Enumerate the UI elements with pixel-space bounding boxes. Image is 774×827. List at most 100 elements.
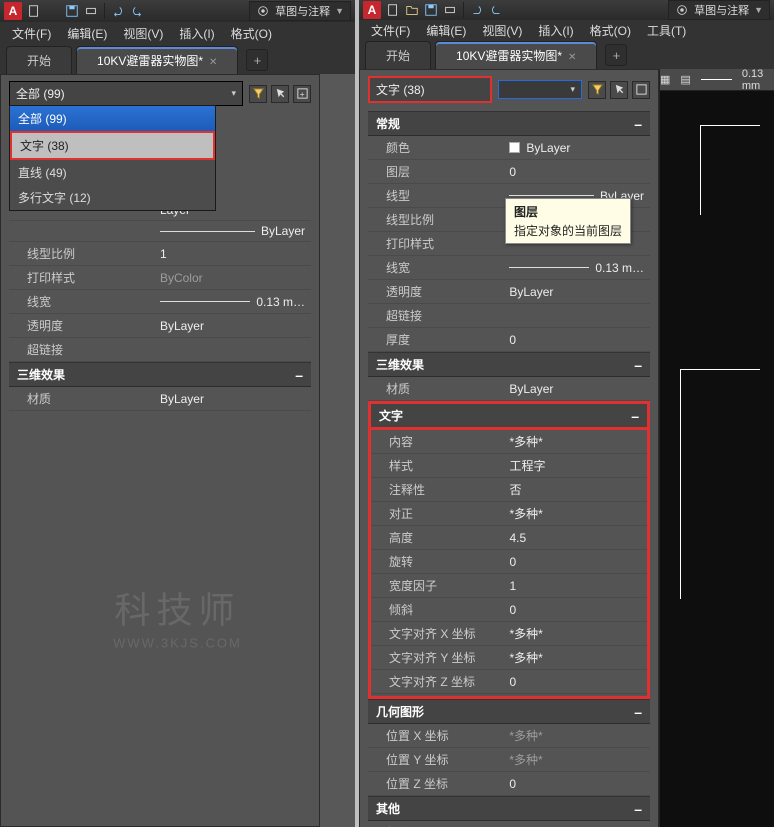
undo-icon[interactable] [469, 2, 485, 18]
tab-start[interactable]: 开始 [6, 46, 72, 74]
collapse-icon: – [634, 801, 642, 817]
tab-document[interactable]: 10KV避雷器实物图*✕ [435, 41, 597, 69]
close-icon[interactable]: ✕ [209, 57, 217, 68]
property-row[interactable]: 材质ByLayer [368, 377, 650, 401]
select-objects-icon[interactable] [610, 81, 628, 99]
menu-format[interactable]: 格式(O) [584, 20, 637, 41]
object-type-dropdown: 全部 (99) 文字 (38) 直线 (49) 多行文字 (12) [9, 105, 216, 211]
menu-file[interactable]: 文件(F) [6, 23, 57, 44]
object-type-combo-ext[interactable]: ▾ [498, 80, 582, 99]
property-row[interactable]: 注释性否 [371, 478, 647, 502]
property-row[interactable]: 位置 Y 坐标*多种* [368, 748, 650, 772]
property-row[interactable]: 文字对齐 Y 坐标*多种* [371, 646, 647, 670]
workspace-label: 草图与注释 [275, 3, 330, 19]
property-row[interactable]: 样式工程字 [371, 454, 647, 478]
dropdown-item[interactable]: 直线 (49) [10, 160, 215, 185]
property-row[interactable]: 颜色ByLayer [368, 136, 650, 160]
property-row[interactable]: 图层0 [368, 160, 650, 184]
app-logo-icon[interactable]: A [363, 1, 381, 19]
category-3d[interactable]: 三维效果– [9, 362, 311, 387]
object-type-combo[interactable]: 全部 (99)▾ [9, 81, 243, 106]
menu-view[interactable]: 视图(V) [117, 23, 169, 44]
open-icon[interactable] [404, 2, 420, 18]
app-logo-icon[interactable]: A [4, 2, 22, 20]
object-type-combo[interactable]: 文字 (38) [368, 76, 492, 103]
property-row[interactable]: 超链接 [9, 338, 311, 362]
category-text[interactable]: 文字– [368, 401, 650, 430]
redo-icon[interactable] [129, 3, 145, 19]
menu-view[interactable]: 视图(V) [476, 20, 528, 41]
select-objects-icon[interactable] [271, 85, 289, 103]
save-icon[interactable] [64, 3, 80, 19]
property-row[interactable]: 宽度因子1 [371, 574, 647, 598]
category-general[interactable]: 常规– [368, 111, 650, 136]
menu-tools[interactable]: 工具(T) [641, 20, 692, 41]
menu-file[interactable]: 文件(F) [365, 20, 416, 41]
property-row[interactable]: 超链接 [368, 304, 650, 328]
property-row[interactable]: ByLayer [9, 221, 311, 242]
ruler-tick-icon[interactable]: ▦ [660, 73, 670, 86]
quick-select-icon[interactable] [249, 85, 267, 103]
open-icon[interactable] [45, 3, 61, 19]
property-row[interactable]: 厚度0 [368, 328, 650, 352]
property-row[interactable]: 材质ByLayer [9, 387, 311, 411]
properties-palette: 文字 (38) ▾ 常规– 颜色ByLayer图层0线型ByLayer线型比例打… [359, 69, 659, 827]
property-row[interactable]: 透明度ByLayer [9, 314, 311, 338]
collapse-icon: – [634, 116, 642, 132]
property-row[interactable]: 高度4.5 [371, 526, 647, 550]
tab-document[interactable]: 10KV避雷器实物图*✕ [76, 46, 238, 74]
property-row[interactable]: 位置 X 坐标*多种* [368, 724, 650, 748]
property-row[interactable]: 线宽0.13 m… [368, 256, 650, 280]
print-icon[interactable] [83, 3, 99, 19]
menubar: 文件(F) 编辑(E) 视图(V) 插入(I) 格式(O) [0, 22, 355, 44]
quick-select-icon[interactable] [588, 81, 606, 99]
new-icon[interactable] [385, 2, 401, 18]
redo-icon[interactable] [488, 2, 504, 18]
dropdown-item[interactable]: 文字 (38) [10, 131, 215, 160]
save-icon[interactable] [423, 2, 439, 18]
property-row[interactable]: 文字对齐 Z 坐标0 [371, 670, 647, 694]
new-icon[interactable] [26, 3, 42, 19]
close-icon[interactable]: ✕ [568, 52, 576, 63]
property-row[interactable]: 内容*多种* [371, 430, 647, 454]
category-misc[interactable]: 其他– [368, 796, 650, 821]
property-row[interactable]: 打印样式ByColor [9, 266, 311, 290]
workspace-dropdown[interactable]: 草图与注释 ▼ [668, 0, 770, 20]
dropdown-item[interactable]: 多行文字 (12) [10, 185, 215, 210]
property-row[interactable]: 位置 Z 坐标0 [368, 772, 650, 796]
property-row[interactable]: 线型比例1 [9, 242, 311, 266]
workspace-label: 草图与注释 [694, 2, 749, 18]
menu-edit[interactable]: 编辑(E) [420, 20, 472, 41]
property-row[interactable]: 文字对齐 X 坐标*多种* [371, 622, 647, 646]
toggle-pickadd-icon[interactable] [632, 81, 650, 99]
menu-insert[interactable]: 插入(I) [532, 20, 579, 41]
property-row[interactable]: 透明度ByLayer [368, 280, 650, 304]
tab-start[interactable]: 开始 [365, 41, 431, 69]
menubar: 文件(F) 编辑(E) 视图(V) 插入(I) 格式(O) 工具(T) [359, 20, 774, 41]
lineweight-value[interactable]: 0.13 mm [742, 68, 764, 92]
property-row[interactable]: 对正*多种* [371, 502, 647, 526]
menu-format[interactable]: 格式(O) [225, 23, 278, 44]
svg-text:+: + [299, 89, 304, 99]
category-geometry[interactable]: 几何图形– [368, 699, 650, 724]
print-icon[interactable] [442, 2, 458, 18]
menu-edit[interactable]: 编辑(E) [61, 23, 113, 44]
object-type-selector: 文字 (38) ▾ [368, 76, 650, 103]
doc-tabbar: 开始 10KV避雷器实物图*✕ + [0, 44, 355, 74]
menu-insert[interactable]: 插入(I) [173, 23, 220, 44]
property-row[interactable]: 倾斜0 [371, 598, 647, 622]
toggle-pickadd-icon[interactable]: + [293, 85, 311, 103]
dropdown-item[interactable]: 全部 (99) [10, 106, 215, 131]
drawing-canvas[interactable]: ▦ ▤ 0.13 mm [659, 69, 774, 827]
chevron-down-icon: ▾ [231, 88, 236, 99]
add-tab-button[interactable]: + [605, 44, 627, 66]
add-tab-button[interactable]: + [246, 49, 268, 71]
property-row[interactable]: 旋转0 [371, 550, 647, 574]
titlebar: A 草图与注释 ▼ [0, 0, 355, 22]
ruler-tick-icon[interactable]: ▤ [680, 73, 690, 86]
property-row[interactable]: 线宽0.13 m… [9, 290, 311, 314]
undo-icon[interactable] [110, 3, 126, 19]
property-row[interactable]: 颠倒否 [368, 821, 650, 827]
workspace-dropdown[interactable]: 草图与注释 ▼ [249, 1, 351, 21]
category-3d[interactable]: 三维效果– [368, 352, 650, 377]
